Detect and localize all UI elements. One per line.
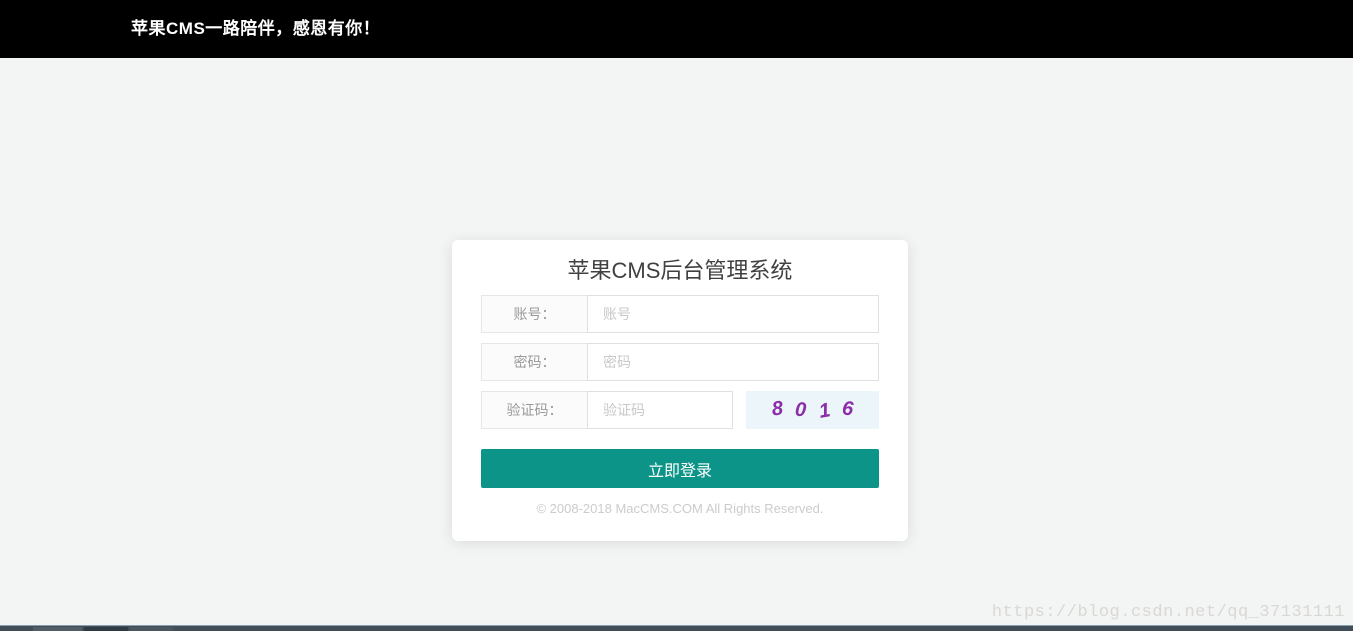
announcement-text: 苹果CMS一路陪伴，感恩有你！ [131, 0, 380, 58]
password-input[interactable] [587, 343, 879, 381]
strip-segment [33, 627, 82, 631]
login-card: 苹果CMS后台管理系统 账号： 密码： 验证码： 8 0 1 6 立即登录 © … [452, 240, 908, 541]
captcha-row: 验证码： 8 0 1 6 [481, 391, 879, 429]
captcha-digit: 6 [841, 397, 854, 421]
copyright-text: © 2008-2018 MacCMS.COM All Rights Reserv… [481, 501, 879, 516]
bottom-edge-strip [0, 625, 1353, 631]
login-button[interactable]: 立即登录 [481, 449, 879, 488]
announcement-bar: 苹果CMS一路陪伴，感恩有你！ [0, 0, 1353, 58]
captcha-digit: 1 [817, 399, 832, 424]
captcha-image[interactable]: 8 0 1 6 [746, 391, 879, 429]
password-label: 密码： [481, 343, 588, 381]
captcha-digit: 0 [795, 398, 808, 422]
account-label: 账号： [481, 295, 588, 333]
account-row: 账号： [481, 295, 879, 333]
account-input[interactable] [587, 295, 879, 333]
captcha-label: 验证码： [481, 391, 588, 429]
csdn-watermark: https://blog.csdn.net/qq_37131111 [992, 603, 1345, 622]
captcha-digit: 8 [771, 397, 784, 421]
strip-segment [130, 627, 173, 631]
password-row: 密码： [481, 343, 879, 381]
login-title: 苹果CMS后台管理系统 [481, 240, 879, 285]
captcha-input[interactable] [587, 391, 733, 429]
strip-segment [84, 627, 128, 631]
